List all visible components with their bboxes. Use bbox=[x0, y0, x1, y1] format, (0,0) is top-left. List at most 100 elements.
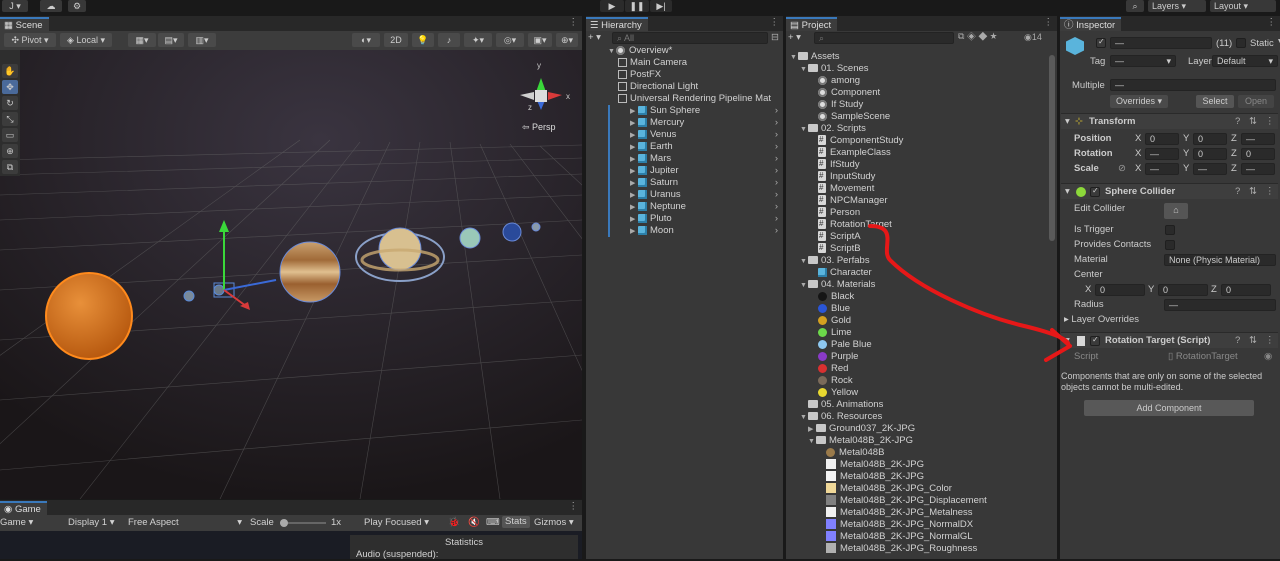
help-icon[interactable]: ? bbox=[1235, 335, 1240, 347]
hierarchy-search-input[interactable]: ⌕ All bbox=[612, 32, 768, 44]
account-button[interactable]: J ▾ bbox=[2, 0, 28, 12]
name-field[interactable]: — bbox=[1110, 37, 1212, 49]
radius-field[interactable]: — bbox=[1164, 299, 1276, 311]
scale-tool-icon[interactable]: ⤡ bbox=[2, 112, 18, 126]
center-z-field[interactable]: 0 bbox=[1221, 284, 1271, 296]
component-menu-icon[interactable]: ⋮ bbox=[1265, 116, 1275, 128]
services-icon[interactable]: ⚙ bbox=[68, 0, 86, 12]
edit-collider-button[interactable]: ⌂ bbox=[1164, 203, 1188, 219]
audio-icon[interactable]: ♪ bbox=[438, 33, 460, 47]
hierarchy-item-mars[interactable]: ▶ Mars › bbox=[608, 153, 780, 165]
texture-asset[interactable]: Metal048B_2K-JPG_NormalDX bbox=[826, 519, 973, 531]
move-tool-icon[interactable]: ✥ bbox=[2, 80, 18, 94]
mercury[interactable] bbox=[183, 290, 195, 302]
chevron-right-icon[interactable]: › bbox=[775, 153, 778, 165]
script-asset[interactable]: IfStudy bbox=[818, 158, 860, 171]
keyboard-icon[interactable]: ⌨ bbox=[486, 517, 500, 529]
hierarchy-item[interactable]: Universal Rendering Pipeline Mat bbox=[618, 93, 771, 105]
increment-snap-icon[interactable]: ▥▾ bbox=[188, 33, 216, 47]
folder-animations[interactable]: 05. Animations bbox=[800, 399, 883, 411]
rotate-tool-icon[interactable]: ↻ bbox=[2, 96, 18, 110]
expanded-arrow-icon[interactable]: ▼ bbox=[808, 436, 816, 448]
material-asset[interactable]: Black bbox=[818, 291, 854, 303]
material-asset[interactable]: Rock bbox=[818, 375, 853, 387]
play-focused-dropdown[interactable]: Play Focused ▾ bbox=[364, 517, 429, 529]
scene-root[interactable]: ▼ Overview* bbox=[608, 45, 672, 57]
preset-icon[interactable]: ⇅ bbox=[1249, 116, 1257, 128]
hierarchy-item-moon[interactable]: ▶ Moon › bbox=[608, 225, 780, 237]
static-checkbox[interactable] bbox=[1236, 38, 1246, 48]
script-asset[interactable]: ScriptA bbox=[818, 230, 861, 243]
mode-2d-toggle[interactable]: 2D bbox=[384, 33, 408, 47]
play-button[interactable]: ▶ bbox=[600, 0, 624, 12]
texture-asset[interactable]: Metal048B_2K-JPG_Roughness bbox=[826, 543, 977, 555]
jupiter[interactable] bbox=[279, 241, 341, 303]
transform-rotation-y-field[interactable]: 0 bbox=[1193, 148, 1227, 160]
script-asset[interactable]: ScriptB bbox=[818, 242, 861, 255]
transform-position-z-field[interactable]: — bbox=[1241, 133, 1275, 145]
layer-dropdown[interactable]: Default ▾ bbox=[1212, 55, 1278, 67]
venus[interactable] bbox=[213, 284, 225, 296]
select-button[interactable]: Select bbox=[1196, 95, 1234, 108]
help-icon[interactable]: ? bbox=[1235, 186, 1240, 198]
script-asset[interactable]: ComponentStudy bbox=[818, 134, 903, 147]
persp-label[interactable]: ⇦ Persp bbox=[522, 122, 556, 133]
transform-header[interactable]: ▾ ⊹ Transform ? ⇅ ⋮ bbox=[1061, 113, 1278, 129]
expand-arrow-icon[interactable]: ▶ bbox=[630, 226, 638, 238]
hierarchy-item-venus[interactable]: ▶ Venus › bbox=[608, 129, 780, 141]
center-y-field[interactable]: 0 bbox=[1158, 284, 1208, 296]
transform-tool-icon[interactable]: ⊕ bbox=[2, 144, 18, 158]
camera-icon[interactable]: ▣▾ bbox=[528, 33, 552, 47]
multiple-field[interactable]: — bbox=[1110, 79, 1276, 91]
folder-scenes[interactable]: ▼ 01. Scenes bbox=[800, 63, 869, 75]
expanded-arrow-icon[interactable]: ▼ bbox=[800, 64, 808, 76]
kebab-menu-icon[interactable]: ⋮ bbox=[770, 17, 780, 28]
aspect-dropdown[interactable]: Free Aspect ▾ bbox=[128, 517, 244, 529]
game-mode-dropdown[interactable]: Game ▾ bbox=[0, 517, 33, 529]
open-button[interactable]: Open bbox=[1238, 95, 1274, 108]
scene-asset[interactable]: among bbox=[818, 75, 860, 87]
tag-dropdown[interactable]: — ▾ bbox=[1110, 55, 1176, 67]
transform-scale-x-field[interactable]: — bbox=[1145, 163, 1179, 175]
layers-dropdown[interactable]: Layers ▾ bbox=[1148, 0, 1206, 12]
chevron-right-icon[interactable]: › bbox=[775, 225, 778, 237]
hierarchy-item-neptune[interactable]: ▶ Neptune › bbox=[608, 201, 780, 213]
grid-snap-icon[interactable]: ▦▾ bbox=[128, 33, 156, 47]
texture-asset[interactable]: Metal048B bbox=[826, 447, 884, 459]
gizmos-dropdown[interactable]: Gizmos ▾ bbox=[534, 517, 574, 529]
foldout-icon[interactable]: ▾ bbox=[1065, 116, 1070, 128]
scene-asset[interactable]: Component bbox=[818, 87, 880, 99]
kebab-menu-icon[interactable]: ⋮ bbox=[569, 17, 579, 28]
hand-tool-icon[interactable]: ✋ bbox=[2, 64, 18, 78]
chevron-right-icon[interactable]: › bbox=[775, 165, 778, 177]
object-picker-icon[interactable]: ◉ bbox=[1264, 351, 1272, 363]
texture-asset[interactable]: Metal048B_2K-JPG_Color bbox=[826, 483, 952, 495]
transform-scale-z-field[interactable]: — bbox=[1241, 163, 1275, 175]
overrides-dropdown[interactable]: Overrides ▾ bbox=[1110, 95, 1168, 108]
help-icon[interactable]: ? bbox=[1235, 116, 1240, 128]
hierarchy-item[interactable]: Main Camera bbox=[618, 57, 687, 69]
material-asset[interactable]: Purple bbox=[818, 351, 858, 363]
hierarchy-item[interactable]: Directional Light bbox=[618, 81, 698, 93]
add-icon[interactable]: + ▾ bbox=[588, 32, 601, 43]
chevron-right-icon[interactable]: › bbox=[775, 213, 778, 225]
hierarchy-item-jupiter[interactable]: ▶ Jupiter › bbox=[608, 165, 780, 177]
is-trigger-checkbox[interactable] bbox=[1165, 225, 1175, 235]
grid-icon[interactable]: ▤▾ bbox=[158, 33, 184, 47]
kebab-menu-icon[interactable]: ⋮ bbox=[1267, 17, 1277, 28]
transform-scale-y-field[interactable]: — bbox=[1193, 163, 1227, 175]
sphere-collider-header[interactable]: ▾ ✓ Sphere Collider ? ⇅ ⋮ bbox=[1061, 183, 1278, 199]
lighting-icon[interactable]: 💡 bbox=[412, 33, 434, 47]
expanded-arrow-icon[interactable]: ▼ bbox=[800, 280, 808, 292]
texture-asset[interactable]: Metal048B_2K-JPG_NormalGL bbox=[826, 531, 973, 543]
hierarchy-item-mercury[interactable]: ▶ Mercury › bbox=[608, 117, 780, 129]
material-asset[interactable]: Yellow bbox=[818, 387, 858, 399]
assets-folder[interactable]: ▼ Assets bbox=[790, 51, 840, 63]
script-asset[interactable]: InputStudy bbox=[818, 170, 875, 183]
layout-dropdown[interactable]: Layout ▾ bbox=[1210, 0, 1276, 12]
project-scrollbar[interactable] bbox=[1049, 55, 1055, 241]
hierarchy-item-uranus[interactable]: ▶ Uranus › bbox=[608, 189, 780, 201]
preset-icon[interactable]: ⇅ bbox=[1249, 335, 1257, 347]
hidden-objects-icon[interactable]: ◎▾ bbox=[496, 33, 524, 47]
sun-sphere[interactable] bbox=[45, 272, 133, 360]
